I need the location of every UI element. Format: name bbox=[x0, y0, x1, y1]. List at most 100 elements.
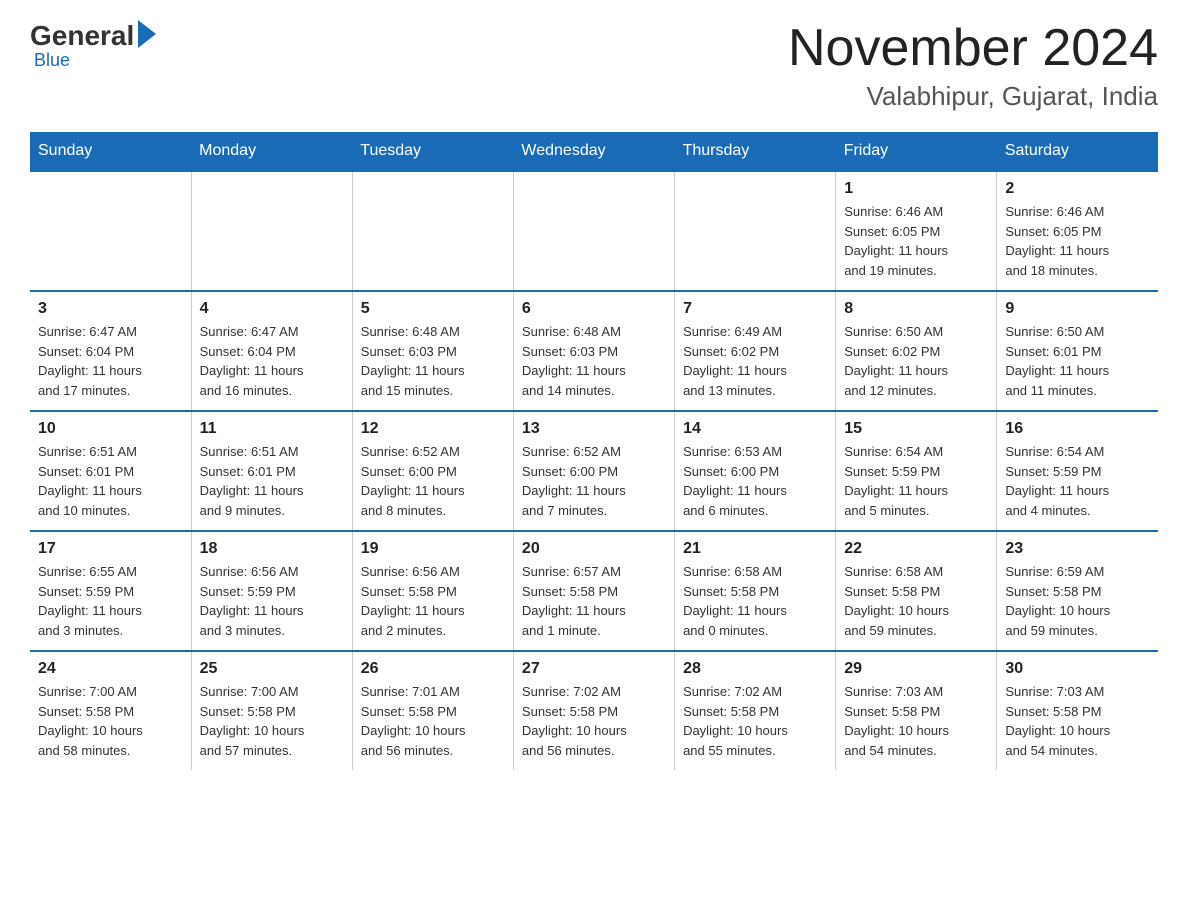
calendar-cell bbox=[675, 171, 836, 291]
header-wednesday: Wednesday bbox=[513, 132, 674, 171]
day-info: Sunrise: 6:57 AM Sunset: 5:58 PM Dayligh… bbox=[522, 562, 666, 640]
day-number: 23 bbox=[1005, 540, 1150, 558]
day-info: Sunrise: 7:03 AM Sunset: 5:58 PM Dayligh… bbox=[1005, 682, 1150, 760]
calendar-cell: 13 Sunrise: 6:52 AM Sunset: 6:00 PM Dayli… bbox=[513, 411, 674, 531]
calendar-header-row: SundayMondayTuesdayWednesdayThursdayFrid… bbox=[30, 132, 1158, 171]
day-info: Sunrise: 6:46 AM Sunset: 6:05 PM Dayligh… bbox=[844, 202, 988, 280]
day-number: 13 bbox=[522, 420, 666, 438]
calendar-cell: 14Sunrise: 6:53 AM Sunset: 6:00 PM Dayli… bbox=[675, 411, 836, 531]
day-info: Sunrise: 7:01 AM Sunset: 5:58 PM Dayligh… bbox=[361, 682, 505, 760]
day-number: 28 bbox=[683, 660, 827, 678]
logo-general-text: General bbox=[30, 20, 134, 52]
day-number: 2 bbox=[1005, 180, 1150, 198]
day-info: Sunrise: 6:59 AM Sunset: 5:58 PM Dayligh… bbox=[1005, 562, 1150, 640]
day-number: 12 bbox=[361, 420, 505, 438]
day-info: Sunrise: 6:47 AM Sunset: 6:04 PM Dayligh… bbox=[200, 322, 344, 400]
day-info: Sunrise: 7:00 AM Sunset: 5:58 PM Dayligh… bbox=[38, 682, 183, 760]
calendar-cell: 27Sunrise: 7:02 AM Sunset: 5:58 PM Dayli… bbox=[513, 651, 674, 770]
day-info: Sunrise: 6:56 AM Sunset: 5:59 PM Dayligh… bbox=[200, 562, 344, 640]
calendar-cell: 23 Sunrise: 6:59 AM Sunset: 5:58 PM Dayli… bbox=[997, 531, 1158, 651]
day-number: 27 bbox=[522, 660, 666, 678]
calendar-week-row: 24Sunrise: 7:00 AM Sunset: 5:58 PM Dayli… bbox=[30, 651, 1158, 770]
header-monday: Monday bbox=[191, 132, 352, 171]
day-info: Sunrise: 6:54 AM Sunset: 5:59 PM Dayligh… bbox=[1005, 442, 1150, 520]
day-info: Sunrise: 6:48 AM Sunset: 6:03 PM Dayligh… bbox=[522, 322, 666, 400]
day-info: Sunrise: 6:53 AM Sunset: 6:00 PM Dayligh… bbox=[683, 442, 827, 520]
day-number: 29 bbox=[844, 660, 988, 678]
day-info: Sunrise: 6:47 AM Sunset: 6:04 PM Dayligh… bbox=[38, 322, 183, 400]
day-number: 30 bbox=[1005, 660, 1150, 678]
day-number: 20 bbox=[522, 540, 666, 558]
day-info: Sunrise: 7:03 AM Sunset: 5:58 PM Dayligh… bbox=[844, 682, 988, 760]
day-number: 19 bbox=[361, 540, 505, 558]
day-number: 18 bbox=[200, 540, 344, 558]
calendar-title: November 2024 bbox=[788, 20, 1158, 77]
calendar-cell: 19 Sunrise: 6:56 AM Sunset: 5:58 PM Dayli… bbox=[352, 531, 513, 651]
calendar-cell: 16Sunrise: 6:54 AM Sunset: 5:59 PM Dayli… bbox=[997, 411, 1158, 531]
day-info: Sunrise: 6:51 AM Sunset: 6:01 PM Dayligh… bbox=[200, 442, 344, 520]
calendar-cell: 9 Sunrise: 6:50 AM Sunset: 6:01 PM Daylig… bbox=[997, 291, 1158, 411]
day-number: 11 bbox=[200, 420, 344, 438]
calendar-cell: 28Sunrise: 7:02 AM Sunset: 5:58 PM Dayli… bbox=[675, 651, 836, 770]
day-number: 6 bbox=[522, 300, 666, 318]
calendar-cell: 22Sunrise: 6:58 AM Sunset: 5:58 PM Dayli… bbox=[836, 531, 997, 651]
calendar-cell: 24Sunrise: 7:00 AM Sunset: 5:58 PM Dayli… bbox=[30, 651, 191, 770]
day-info: Sunrise: 6:54 AM Sunset: 5:59 PM Dayligh… bbox=[844, 442, 988, 520]
day-number: 1 bbox=[844, 180, 988, 198]
day-number: 15 bbox=[844, 420, 988, 438]
page-header: General Blue November 2024 Valabhipur, G… bbox=[30, 20, 1158, 112]
day-number: 25 bbox=[200, 660, 344, 678]
day-info: Sunrise: 7:00 AM Sunset: 5:58 PM Dayligh… bbox=[200, 682, 344, 760]
day-number: 5 bbox=[361, 300, 505, 318]
day-number: 3 bbox=[38, 300, 183, 318]
calendar-cell: 26 Sunrise: 7:01 AM Sunset: 5:58 PM Dayli… bbox=[352, 651, 513, 770]
header-thursday: Thursday bbox=[675, 132, 836, 171]
calendar-cell: 10Sunrise: 6:51 AM Sunset: 6:01 PM Dayli… bbox=[30, 411, 191, 531]
header-sunday: Sunday bbox=[30, 132, 191, 171]
logo: General Blue bbox=[30, 20, 156, 71]
calendar-cell: 11 Sunrise: 6:51 AM Sunset: 6:01 PM Dayli… bbox=[191, 411, 352, 531]
logo-blue-text: Blue bbox=[34, 50, 70, 71]
calendar-cell: 21 Sunrise: 6:58 AM Sunset: 5:58 PM Dayli… bbox=[675, 531, 836, 651]
day-number: 8 bbox=[844, 300, 988, 318]
day-number: 26 bbox=[361, 660, 505, 678]
day-number: 4 bbox=[200, 300, 344, 318]
day-info: Sunrise: 6:50 AM Sunset: 6:01 PM Dayligh… bbox=[1005, 322, 1150, 400]
calendar-cell: 2 Sunrise: 6:46 AM Sunset: 6:05 PM Daylig… bbox=[997, 171, 1158, 291]
day-info: Sunrise: 6:55 AM Sunset: 5:59 PM Dayligh… bbox=[38, 562, 183, 640]
calendar-cell bbox=[352, 171, 513, 291]
header-tuesday: Tuesday bbox=[352, 132, 513, 171]
header-friday: Friday bbox=[836, 132, 997, 171]
day-info: Sunrise: 6:52 AM Sunset: 6:00 PM Dayligh… bbox=[522, 442, 666, 520]
day-number: 7 bbox=[683, 300, 827, 318]
calendar-cell: 5 Sunrise: 6:48 AM Sunset: 6:03 PM Daylig… bbox=[352, 291, 513, 411]
logo-arrow-icon bbox=[138, 20, 156, 48]
calendar-cell: 29 Sunrise: 7:03 AM Sunset: 5:58 PM Dayli… bbox=[836, 651, 997, 770]
day-info: Sunrise: 6:46 AM Sunset: 6:05 PM Dayligh… bbox=[1005, 202, 1150, 280]
calendar-subtitle: Valabhipur, Gujarat, India bbox=[788, 81, 1158, 112]
calendar-cell: 30 Sunrise: 7:03 AM Sunset: 5:58 PM Dayli… bbox=[997, 651, 1158, 770]
calendar-cell: 6 Sunrise: 6:48 AM Sunset: 6:03 PM Daylig… bbox=[513, 291, 674, 411]
calendar-cell: 20 Sunrise: 6:57 AM Sunset: 5:58 PM Dayli… bbox=[513, 531, 674, 651]
day-info: Sunrise: 6:58 AM Sunset: 5:58 PM Dayligh… bbox=[683, 562, 827, 640]
day-info: Sunrise: 6:50 AM Sunset: 6:02 PM Dayligh… bbox=[844, 322, 988, 400]
calendar-cell bbox=[30, 171, 191, 291]
day-number: 21 bbox=[683, 540, 827, 558]
title-block: November 2024 Valabhipur, Gujarat, India bbox=[788, 20, 1158, 112]
day-number: 9 bbox=[1005, 300, 1150, 318]
day-info: Sunrise: 6:51 AM Sunset: 6:01 PM Dayligh… bbox=[38, 442, 183, 520]
day-info: Sunrise: 6:58 AM Sunset: 5:58 PM Dayligh… bbox=[844, 562, 988, 640]
day-info: Sunrise: 6:52 AM Sunset: 6:00 PM Dayligh… bbox=[361, 442, 505, 520]
calendar-cell bbox=[513, 171, 674, 291]
calendar-week-row: 1 Sunrise: 6:46 AM Sunset: 6:05 PM Daylig… bbox=[30, 171, 1158, 291]
calendar-cell bbox=[191, 171, 352, 291]
day-info: Sunrise: 6:49 AM Sunset: 6:02 PM Dayligh… bbox=[683, 322, 827, 400]
day-info: Sunrise: 6:48 AM Sunset: 6:03 PM Dayligh… bbox=[361, 322, 505, 400]
calendar-cell: 7 Sunrise: 6:49 AM Sunset: 6:02 PM Daylig… bbox=[675, 291, 836, 411]
calendar-cell: 18 Sunrise: 6:56 AM Sunset: 5:59 PM Dayli… bbox=[191, 531, 352, 651]
calendar-cell: 17Sunrise: 6:55 AM Sunset: 5:59 PM Dayli… bbox=[30, 531, 191, 651]
calendar-week-row: 10Sunrise: 6:51 AM Sunset: 6:01 PM Dayli… bbox=[30, 411, 1158, 531]
calendar-week-row: 17Sunrise: 6:55 AM Sunset: 5:59 PM Dayli… bbox=[30, 531, 1158, 651]
header-saturday: Saturday bbox=[997, 132, 1158, 171]
day-info: Sunrise: 6:56 AM Sunset: 5:58 PM Dayligh… bbox=[361, 562, 505, 640]
